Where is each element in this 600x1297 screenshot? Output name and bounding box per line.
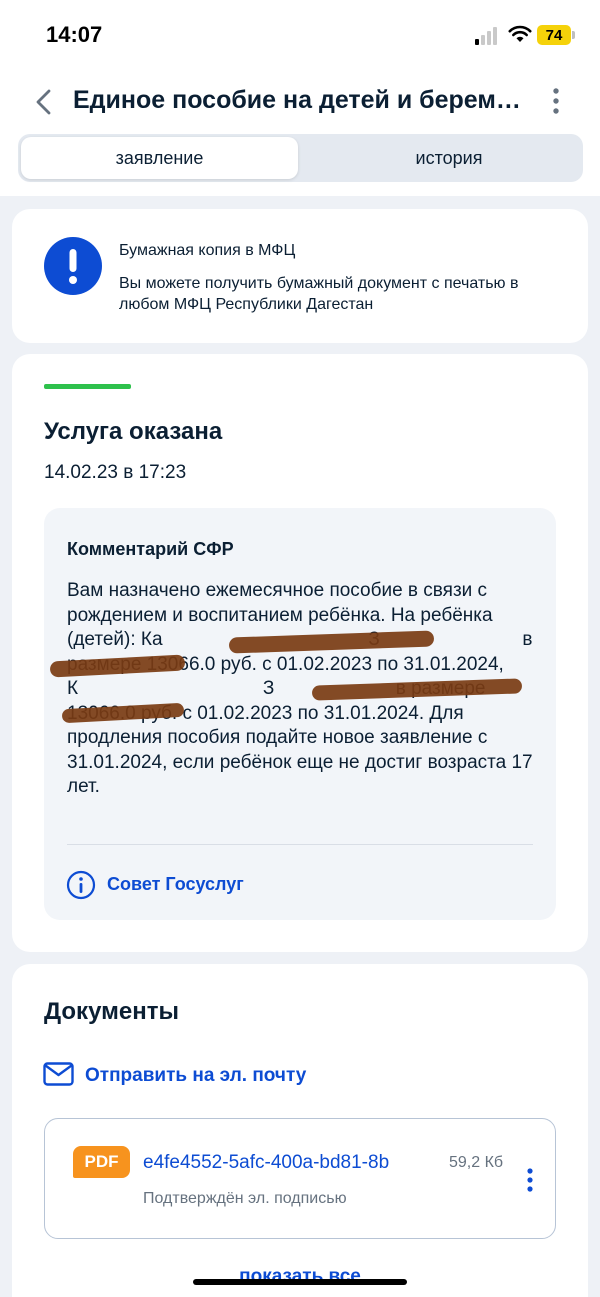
battery-indicator: 74 [537, 25, 571, 45]
status-time: 14:07 [46, 22, 103, 47]
info-circle-icon [66, 870, 96, 900]
cellular-signal-icon [475, 27, 497, 45]
home-indicator [193, 1279, 407, 1285]
wifi-icon [508, 25, 532, 42]
service-status-card: Услуга оказана 14.02.23 в 17:23 Коммента… [12, 354, 588, 952]
top-bar: 14:07 74 Единое пособие на детей и берем… [0, 0, 600, 196]
tab-switcher: заявление история [18, 134, 583, 182]
info-body: Вы можете получить бумажный документ с п… [119, 275, 519, 313]
gosuslugi-tip-link[interactable]: Совет Госуслуг [107, 874, 244, 895]
file-size: 59,2 Кб [449, 1154, 504, 1171]
tab-history[interactable]: история [318, 137, 580, 179]
status-title: Услуга оказана [44, 418, 223, 445]
chevron-left-icon[interactable] [34, 88, 54, 116]
status-progress-bar [44, 384, 131, 389]
battery-tip [572, 31, 575, 39]
documents-card: Документы Отправить на эл. почту PDF e4f… [12, 964, 588, 1297]
file-name[interactable]: e4fe4552-5afc-400a-bd81-8b [143, 1152, 435, 1174]
document-file-card[interactable]: PDF e4fe4552-5afc-400a-bd81-8b 59,2 Кб П… [44, 1118, 556, 1239]
tab-application[interactable]: заявление [21, 137, 298, 179]
envelope-icon[interactable] [43, 1062, 74, 1086]
comment-title: Комментарий СФР [67, 539, 234, 559]
page-title: Единое пособие на детей и беременных [73, 86, 523, 114]
info-title: Бумажная копия в МФЦ [119, 242, 296, 259]
vertical-dots-icon[interactable] [525, 1167, 535, 1193]
documents-title: Документы [44, 998, 179, 1025]
status-date: 14.02.23 в 17:23 [44, 462, 187, 483]
signature-status: Подтверждён эл. подписью [143, 1190, 347, 1207]
send-email-link[interactable]: Отправить на эл. почту [85, 1065, 306, 1087]
pdf-badge: PDF [73, 1146, 130, 1178]
exclamation-icon [44, 237, 102, 295]
vertical-dots-icon[interactable] [549, 86, 563, 116]
comment-divider [67, 844, 533, 845]
comment-box: Комментарий СФР Вам назначено ежемесячно… [44, 508, 556, 920]
paper-copy-card: Бумажная копия в МФЦ Вы можете получить … [12, 209, 588, 343]
